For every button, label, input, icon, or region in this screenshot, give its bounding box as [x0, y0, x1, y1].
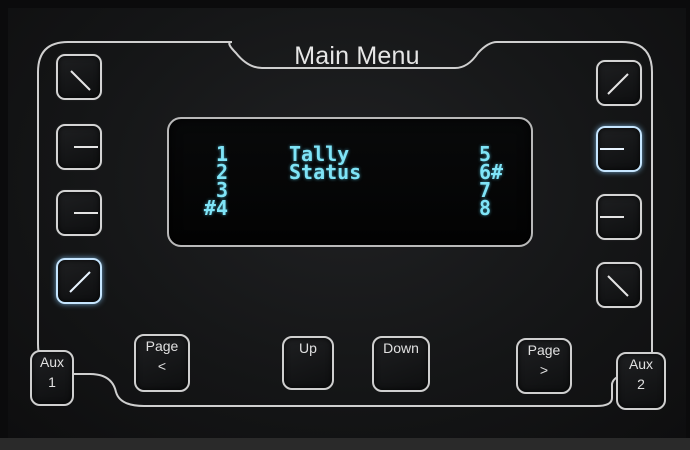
display-item-8: 8: [479, 196, 492, 220]
tee-right-icon: [74, 212, 98, 214]
down-label: Down: [383, 340, 419, 356]
softkey-right-3[interactable]: [596, 194, 642, 240]
page-next-label: Page: [527, 342, 561, 358]
aux-1-button[interactable]: Aux 1: [30, 350, 74, 406]
page-prev-label: Page: [145, 338, 179, 354]
tee-left-icon: [600, 148, 624, 150]
aux-2-number: 2: [637, 376, 645, 392]
up-button[interactable]: Up: [282, 336, 334, 390]
aux-2-button[interactable]: Aux 2: [616, 352, 666, 410]
diagonal-up-icon: [69, 271, 91, 293]
display-center-column: Tally Status: [289, 144, 362, 184]
chevron-left-icon: <: [157, 358, 167, 374]
diagonal-down-icon: [607, 275, 629, 297]
softkey-left-1[interactable]: [56, 54, 102, 100]
display-item-4-selected: #4: [203, 196, 228, 220]
down-button[interactable]: Down: [372, 336, 430, 392]
display-label-status: Status: [289, 160, 362, 184]
page-prev-button[interactable]: Page <: [134, 334, 190, 392]
softkey-left-2[interactable]: [56, 124, 102, 170]
menu-title: Main Menu: [294, 42, 420, 70]
aux-1-label: Aux: [39, 354, 65, 370]
softkey-left-4[interactable]: [56, 258, 102, 304]
up-label: Up: [299, 340, 317, 356]
display-left-column: 1 2 3 #4: [196, 144, 228, 220]
page-next-button[interactable]: Page >: [516, 338, 572, 394]
diagonal-up-icon: [607, 73, 629, 95]
aux-1-number: 1: [48, 374, 56, 390]
tee-left-icon: [600, 216, 624, 218]
softkey-right-4[interactable]: [596, 262, 642, 308]
softkey-left-3[interactable]: [56, 190, 102, 236]
softkey-right-1[interactable]: [596, 60, 642, 106]
oled-display: 1 2 3 #4 Tally Status 5 6# 7 8: [167, 117, 533, 247]
tee-right-icon: [74, 146, 98, 148]
diagonal-down-icon: [70, 70, 91, 91]
aux-2-label: Aux: [628, 356, 654, 372]
display-right-column: 5 6# 7 8: [479, 144, 503, 220]
softkey-right-2[interactable]: [596, 126, 642, 172]
chevron-right-icon: >: [539, 362, 549, 378]
panel-bottom-edge: [0, 438, 690, 450]
